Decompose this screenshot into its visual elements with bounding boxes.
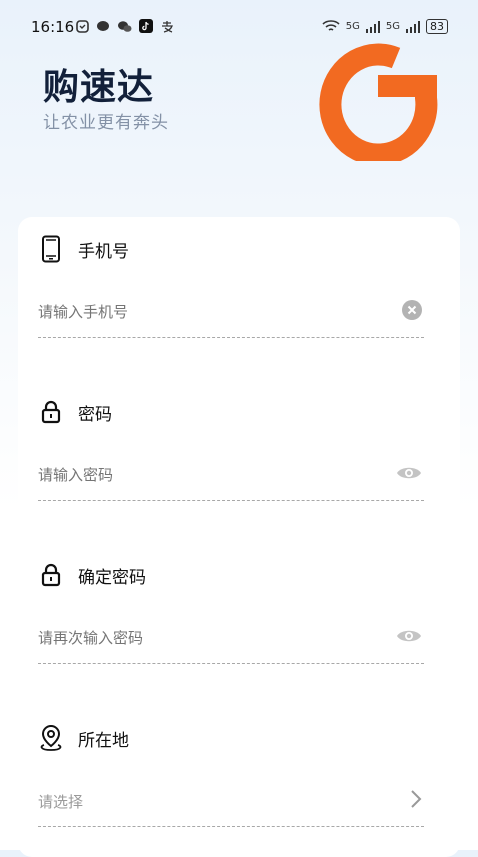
phone-icon xyxy=(38,235,64,263)
signal-label-1: 5G xyxy=(345,21,360,32)
system-indicators: 5G 5G 83 xyxy=(322,19,448,34)
signal-label-2: 5G xyxy=(385,21,400,32)
password-field: 密码 xyxy=(38,396,424,501)
eye-icon[interactable] xyxy=(396,465,422,485)
chevron-right-icon[interactable] xyxy=(410,789,422,813)
password-label: 密码 xyxy=(78,404,112,425)
app-title: 购速达 xyxy=(43,67,155,108)
location-field: 所在地 请选择 xyxy=(38,722,424,827)
location-label: 所在地 xyxy=(78,730,129,751)
notification-icons xyxy=(76,19,174,33)
clear-icon[interactable] xyxy=(402,300,422,324)
status-time: 16:16 xyxy=(31,18,75,36)
location-pin-icon xyxy=(38,724,64,752)
signal-icon xyxy=(365,20,380,33)
confirm-password-input-row xyxy=(38,613,424,664)
phone-field: 手机号 xyxy=(38,233,424,338)
battery-icon: 83 xyxy=(426,19,448,34)
location-select[interactable]: 请选择 xyxy=(38,791,358,812)
signal-icon xyxy=(406,20,420,33)
wechat-icon xyxy=(118,20,132,32)
phone-input[interactable] xyxy=(38,303,358,321)
location-select-row[interactable]: 请选择 xyxy=(38,776,424,827)
tiktok-icon xyxy=(139,19,153,33)
brand-logo-icon xyxy=(319,43,438,161)
lock-icon xyxy=(38,398,64,426)
phone-label: 手机号 xyxy=(78,241,129,262)
confirm-password-input[interactable] xyxy=(38,629,358,647)
eye-icon[interactable] xyxy=(396,628,422,648)
shield-app-icon xyxy=(76,19,89,33)
chat-bubble-icon xyxy=(97,20,109,31)
password-input[interactable] xyxy=(38,466,358,484)
confirm-password-label: 确定密码 xyxy=(78,567,146,588)
wifi-icon xyxy=(322,20,340,31)
lock-icon xyxy=(38,561,64,589)
alipay-icon xyxy=(162,20,173,33)
password-input-row xyxy=(38,450,424,501)
app-slogan: 让农业更有奔头 xyxy=(43,113,169,133)
confirm-password-field: 确定密码 xyxy=(38,559,424,664)
phone-input-row xyxy=(38,287,424,338)
